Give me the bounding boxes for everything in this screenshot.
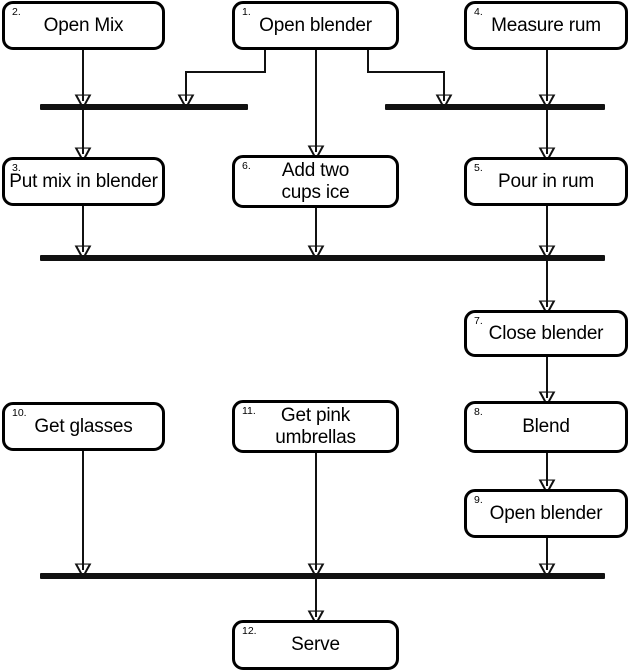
sync-bar-bottom [40, 573, 605, 579]
activity-node-n7[interactable]: 7. Close blender [464, 310, 628, 357]
activity-node-number: 12. [242, 625, 257, 637]
activity-node-n2[interactable]: 2. Open Mix [2, 1, 165, 50]
activity-node-number: 4. [474, 6, 483, 18]
activity-node-n6[interactable]: 6. Add two cups ice [232, 155, 399, 208]
activity-node-number: 5. [474, 162, 483, 174]
activity-node-label: Open blender [489, 502, 603, 524]
activity-node-number: 7. [474, 315, 483, 327]
activity-node-number: 10. [12, 407, 27, 419]
activity-node-label: Serve [291, 634, 340, 656]
activity-node-label: Close blender [488, 322, 604, 344]
sync-bar-middle [40, 255, 605, 261]
sync-bar-top-right [385, 104, 605, 110]
activity-node-number: 3. [12, 162, 21, 174]
activity-node-label: Open blender [259, 14, 372, 36]
activity-node-number: 11. [242, 405, 256, 417]
activity-node-n4[interactable]: 4. Measure rum [464, 1, 628, 50]
activity-node-n12[interactable]: 12. Serve [232, 620, 399, 670]
sync-bar-top-left [40, 104, 248, 110]
activity-node-number: 9. [474, 494, 483, 506]
activity-node-n5[interactable]: 5. Pour in rum [464, 157, 628, 206]
activity-node-n9[interactable]: 9. Open blender [464, 489, 628, 538]
activity-node-label: Get pink umbrellas [275, 404, 356, 448]
activity-node-number: 1. [242, 6, 251, 18]
activity-node-label: Get glasses [34, 415, 133, 437]
activity-node-label: Pour in rum [497, 170, 594, 192]
activity-node-n8[interactable]: 8. Blend [464, 401, 628, 453]
flowchart-canvas: 1. Open blender 2. Open Mix 3. Put mix in ble… [0, 0, 630, 671]
activity-node-label: Measure rum [491, 14, 601, 36]
open-blender-fork-right [367, 50, 444, 101]
activity-node-label: Put mix in blender [9, 170, 158, 192]
activity-node-n1[interactable]: 1. Open blender [232, 1, 399, 50]
activity-node-number: 6. [242, 160, 251, 172]
activity-node-n3[interactable]: 3. Put mix in blender [2, 157, 165, 206]
activity-node-label: Blend [522, 416, 570, 438]
activity-node-label: Open Mix [43, 14, 124, 36]
activity-node-label: Add two cups ice [281, 159, 350, 203]
activity-node-n10[interactable]: 10. Get glasses [2, 402, 165, 451]
activity-node-number: 2. [12, 6, 21, 18]
activity-node-n11[interactable]: 11. Get pink umbrellas [232, 400, 399, 453]
open-blender-fork-left [186, 50, 266, 101]
activity-node-number: 8. [474, 406, 483, 418]
